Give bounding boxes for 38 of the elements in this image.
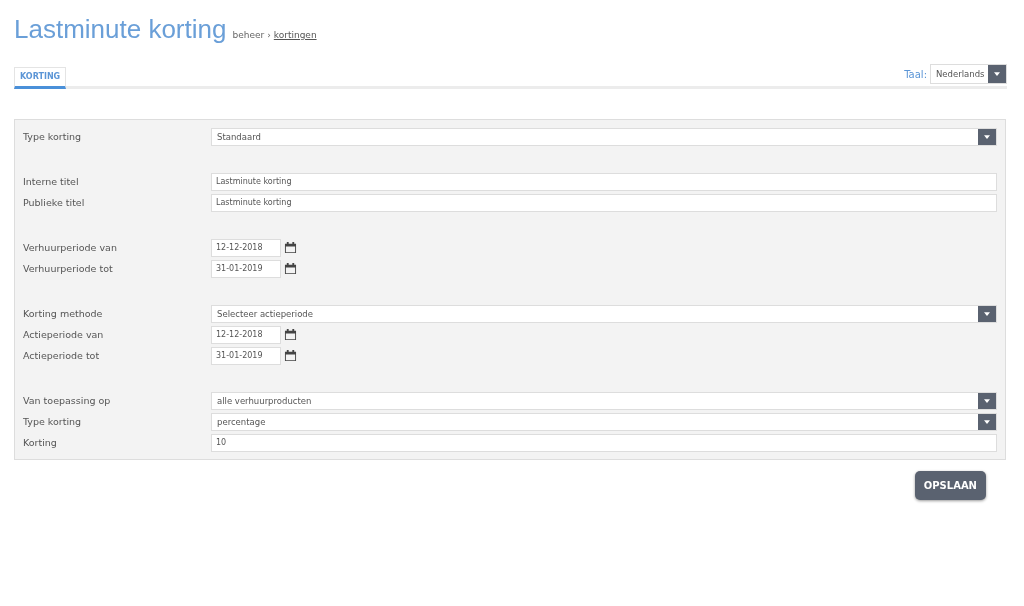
dropdown[interactable]: Selecteer actieperiode	[211, 304, 997, 323]
page-title: Lastminute korting	[14, 14, 227, 45]
calendar-icon[interactable]	[284, 262, 297, 275]
breadcrumb-separator: ›	[267, 30, 271, 40]
caret-icon	[984, 398, 990, 403]
input-field[interactable]: 10	[211, 433, 997, 452]
field-label: Korting	[23, 437, 58, 448]
date-field[interactable]: 31-01-2019	[211, 346, 281, 365]
field-label: Verhuurperiode tot	[23, 263, 114, 274]
date-field[interactable]: 31-01-2019	[211, 259, 281, 278]
field-label: Verhuurperiode van	[23, 242, 118, 253]
field-label: Van toepassing op	[23, 395, 112, 406]
dropdown[interactable]: alle verhuurproducten	[211, 391, 997, 410]
caret-icon	[994, 72, 1000, 76]
dropdown[interactable]: Standaard	[211, 127, 997, 146]
breadcrumb-text: beheer	[232, 30, 265, 40]
input-field[interactable]: Lastminute korting	[211, 172, 997, 191]
field-label: Actieperiode van	[23, 329, 105, 340]
dropdown[interactable]: percentage	[211, 412, 997, 431]
field-label: Type korting	[23, 131, 83, 142]
calendar-icon[interactable]	[284, 349, 297, 362]
save-button[interactable]: OPSLAAN	[914, 471, 986, 500]
dropdown[interactable]: Nederlands	[930, 64, 1007, 84]
input-field[interactable]: Lastminute korting	[211, 193, 997, 212]
date-field[interactable]: 12-12-2018	[211, 325, 281, 344]
calendar-icon[interactable]	[284, 328, 297, 341]
field-label: Type korting	[23, 416, 83, 427]
date-field[interactable]: 12-12-2018	[211, 238, 281, 257]
caret-icon	[984, 311, 990, 316]
field-label: Publieke titel	[23, 197, 86, 208]
caret-icon	[984, 134, 990, 139]
breadcrumb-link[interactable]: kortingen	[273, 30, 317, 40]
field-label: Interne titel	[23, 176, 80, 187]
caret-icon	[984, 419, 990, 424]
field-label: Actieperiode tot	[23, 350, 101, 361]
field-label: Korting methode	[23, 308, 104, 319]
calendar-icon[interactable]	[284, 241, 297, 254]
language-label: Taal:	[904, 68, 927, 80]
